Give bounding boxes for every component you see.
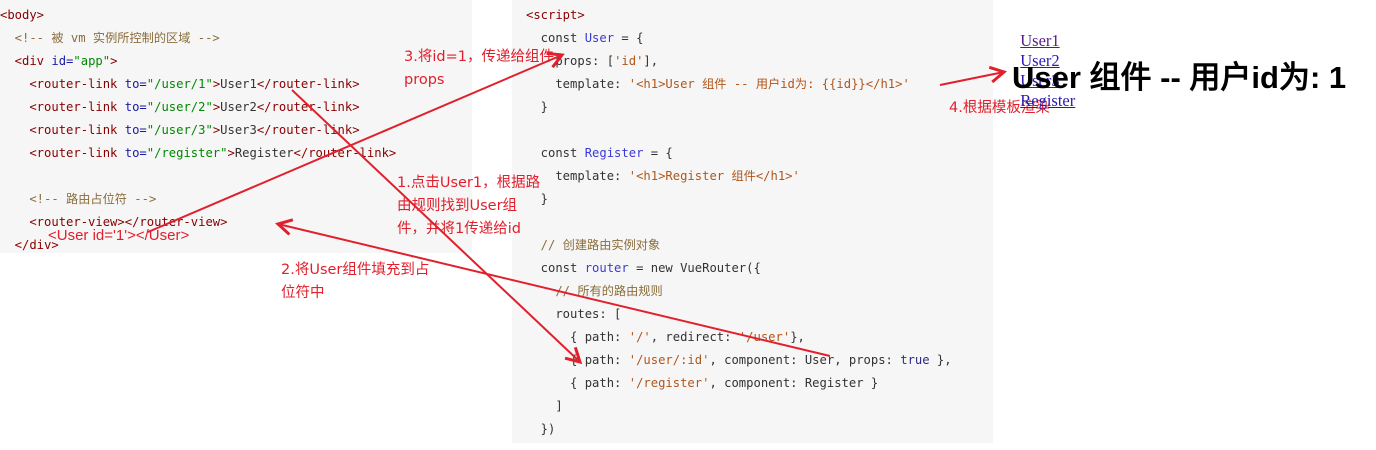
annotation-arrows — [147, 0, 1376, 450]
arrow-step3 — [147, 55, 562, 233]
arrow-step4 — [939, 72, 1004, 86]
arrow-step1 — [291, 89, 580, 362]
